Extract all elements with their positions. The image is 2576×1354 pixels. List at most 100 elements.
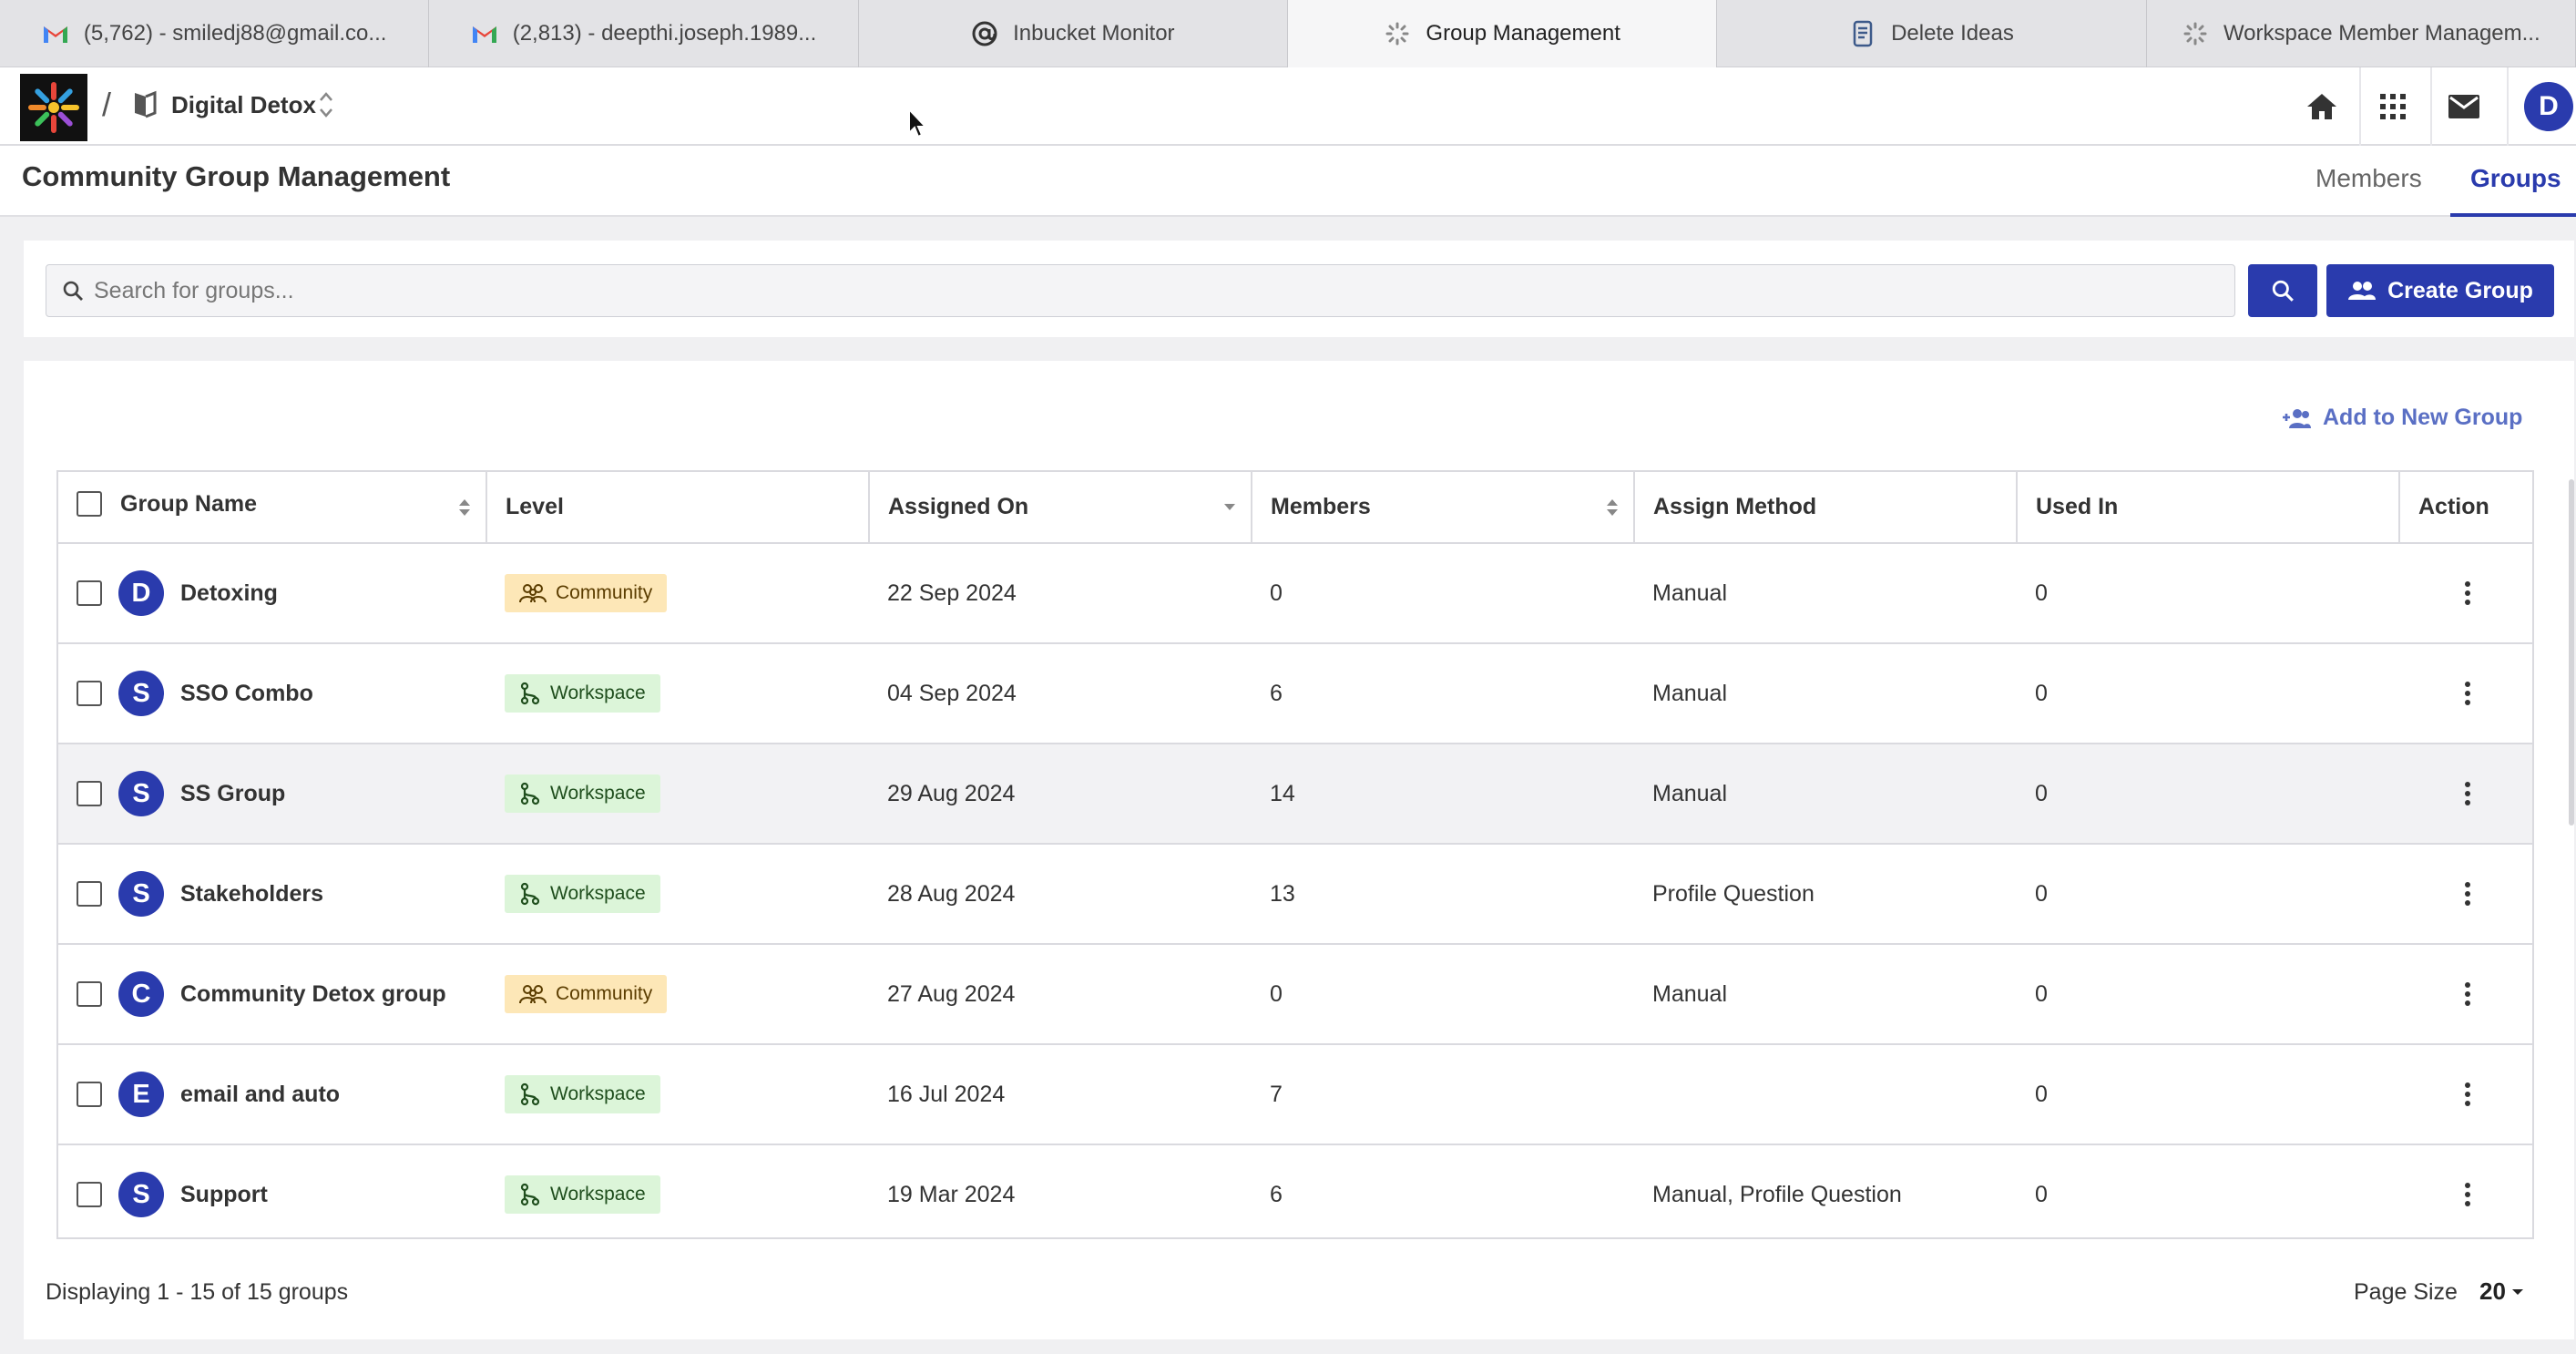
create-group-label: Create Group (2387, 277, 2533, 303)
workspace-switch-icon[interactable] (315, 89, 337, 125)
branch-icon (520, 682, 540, 705)
table-row[interactable]: S SS Group Workspace 29 Aug 2024 14 Manual 0 (58, 744, 2532, 845)
scrollbar[interactable] (2569, 479, 2574, 826)
group-avatar: E (118, 1072, 164, 1117)
level-badge: Workspace (505, 1175, 660, 1214)
cell-level: Workspace (486, 643, 869, 744)
cell-assigned-on: 27 Aug 2024 (869, 944, 1252, 1045)
search-box[interactable] (46, 264, 2235, 317)
row-action-menu[interactable] (2418, 681, 2518, 706)
level-badge-label: Workspace (550, 783, 646, 804)
header-divider (2430, 67, 2432, 146)
workspace-name[interactable]: Digital Detox (171, 91, 316, 119)
apps-grid-icon[interactable] (2372, 86, 2414, 128)
tab-groups[interactable]: Groups (2450, 164, 2576, 217)
group-name-link[interactable]: SS Group (180, 781, 285, 807)
page-size-select[interactable]: 20 (2479, 1277, 2524, 1306)
table-row[interactable]: D Detoxing Community 22 Sep 2024 0 Manual 0 (58, 543, 2532, 644)
row-action-menu[interactable] (2418, 1182, 2518, 1207)
row-action-menu[interactable] (2418, 1082, 2518, 1107)
cell-members: 6 (1252, 1144, 1634, 1237)
browser-tab[interactable]: Inbucket Monitor (859, 0, 1288, 67)
branch-icon (520, 1183, 540, 1206)
cell-assigned-on: 29 Aug 2024 (869, 744, 1252, 845)
header-divider (2359, 67, 2361, 146)
row-action-menu[interactable] (2418, 881, 2518, 907)
table-row[interactable]: C Community Detox group Community 27 Aug 20… (58, 944, 2532, 1045)
gmail-icon (42, 20, 69, 47)
group-name-link[interactable]: Detoxing (180, 580, 278, 607)
groups-table: Group Name Level Assigned On Members Ass… (56, 470, 2534, 1239)
group-name-link[interactable]: Support (180, 1182, 268, 1208)
level-badge: Workspace (505, 875, 660, 913)
table-row[interactable]: S SSO Combo Workspace 04 Sep 2024 6 Manual 0 (58, 643, 2532, 744)
group-name-link[interactable]: SSO Combo (180, 681, 313, 707)
level-badge: Workspace (505, 774, 660, 813)
cell-level: Workspace (486, 1044, 869, 1145)
gmail-icon (471, 20, 498, 47)
cell-group-name: D Detoxing (58, 543, 486, 644)
level-badge: Workspace (505, 1075, 660, 1113)
chevron-down-icon (2511, 1288, 2523, 1295)
group-name-link[interactable]: email and auto (180, 1082, 340, 1108)
cell-level: Community (486, 543, 869, 644)
browser-tab-title: (2,813) - deepthi.joseph.1989... (512, 21, 817, 46)
level-badge-label: Community (556, 983, 653, 1004)
table-row[interactable]: Eemail and auto Workspace 16 Jul 2024 7 0 (58, 1044, 2532, 1145)
branch-icon (520, 1082, 540, 1106)
more-options-icon (2465, 1183, 2470, 1206)
cell-action (2399, 1144, 2532, 1237)
browser-tab[interactable]: (5,762) - smiledj88@gmail.co... (0, 0, 430, 67)
group-name-link[interactable]: Stakeholders (180, 881, 323, 908)
page-title-bar: Community Group Management Members Group… (0, 146, 2576, 217)
sort-desc-icon[interactable] (1222, 496, 1238, 519)
browser-tab[interactable]: Group Management (1287, 0, 1718, 67)
row-checkbox[interactable] (77, 1082, 102, 1107)
level-badge-label: Workspace (550, 682, 646, 703)
table-row[interactable]: S Support Workspace 19 Mar 2024 6 Manual, Pro… (58, 1144, 2532, 1237)
cell-action (2399, 643, 2532, 744)
groups-panel: Add to New Group Group Name Level Assign… (24, 361, 2574, 1339)
home-icon[interactable] (2301, 86, 2343, 128)
row-action-menu[interactable] (2418, 580, 2518, 606)
cell-action (2399, 1044, 2532, 1145)
column-level: Level (486, 472, 870, 544)
row-checkbox[interactable] (77, 881, 102, 907)
create-group-button[interactable]: Create Group (2326, 264, 2554, 317)
group-name-link[interactable]: Community Detox group (180, 981, 446, 1008)
row-action-menu[interactable] (2418, 781, 2518, 806)
row-checkbox[interactable] (77, 981, 102, 1007)
browser-tab-title: Delete Ideas (1891, 21, 2014, 46)
browser-tab[interactable]: Delete Ideas (1717, 0, 2147, 67)
row-checkbox[interactable] (77, 681, 102, 706)
group-avatar: S (118, 871, 164, 917)
mail-icon[interactable] (2443, 86, 2485, 128)
row-action-menu[interactable] (2418, 981, 2518, 1007)
column-assigned-on[interactable]: Assigned On (869, 472, 1252, 544)
add-to-new-group-button[interactable]: Add to New Group (2281, 405, 2522, 431)
cell-used-in: 0 (2017, 543, 2399, 644)
select-all-checkbox[interactable] (77, 491, 102, 518)
cell-assign-method: Manual (1634, 744, 2017, 845)
cell-used-in: 0 (2017, 643, 2399, 744)
column-header-label: Group Name (120, 490, 258, 517)
row-checkbox[interactable] (77, 1182, 102, 1207)
group-avatar: S (118, 671, 164, 716)
table-row[interactable]: S Stakeholders Workspace 28 Aug 2024 13 Profi… (58, 844, 2532, 945)
column-members[interactable]: Members (1252, 472, 1635, 544)
search-button[interactable] (2248, 264, 2317, 317)
branch-icon (520, 882, 540, 906)
tab-members[interactable]: Members (2315, 164, 2422, 217)
app-logo[interactable] (20, 74, 87, 141)
user-avatar[interactable]: D (2524, 82, 2573, 131)
column-group-name[interactable]: Group Name (58, 472, 487, 544)
row-checkbox[interactable] (77, 781, 102, 806)
cell-group-name: S Stakeholders (58, 844, 486, 945)
sort-icon[interactable] (1604, 496, 1620, 519)
row-checkbox[interactable] (77, 580, 102, 606)
search-input[interactable] (94, 277, 2189, 304)
browser-tab[interactable]: Workspace Member Managem... (2147, 0, 2576, 67)
sort-icon[interactable] (456, 496, 473, 519)
browser-tab[interactable]: (2,813) - deepthi.joseph.1989... (429, 0, 859, 67)
mouse-cursor-icon (908, 108, 928, 138)
